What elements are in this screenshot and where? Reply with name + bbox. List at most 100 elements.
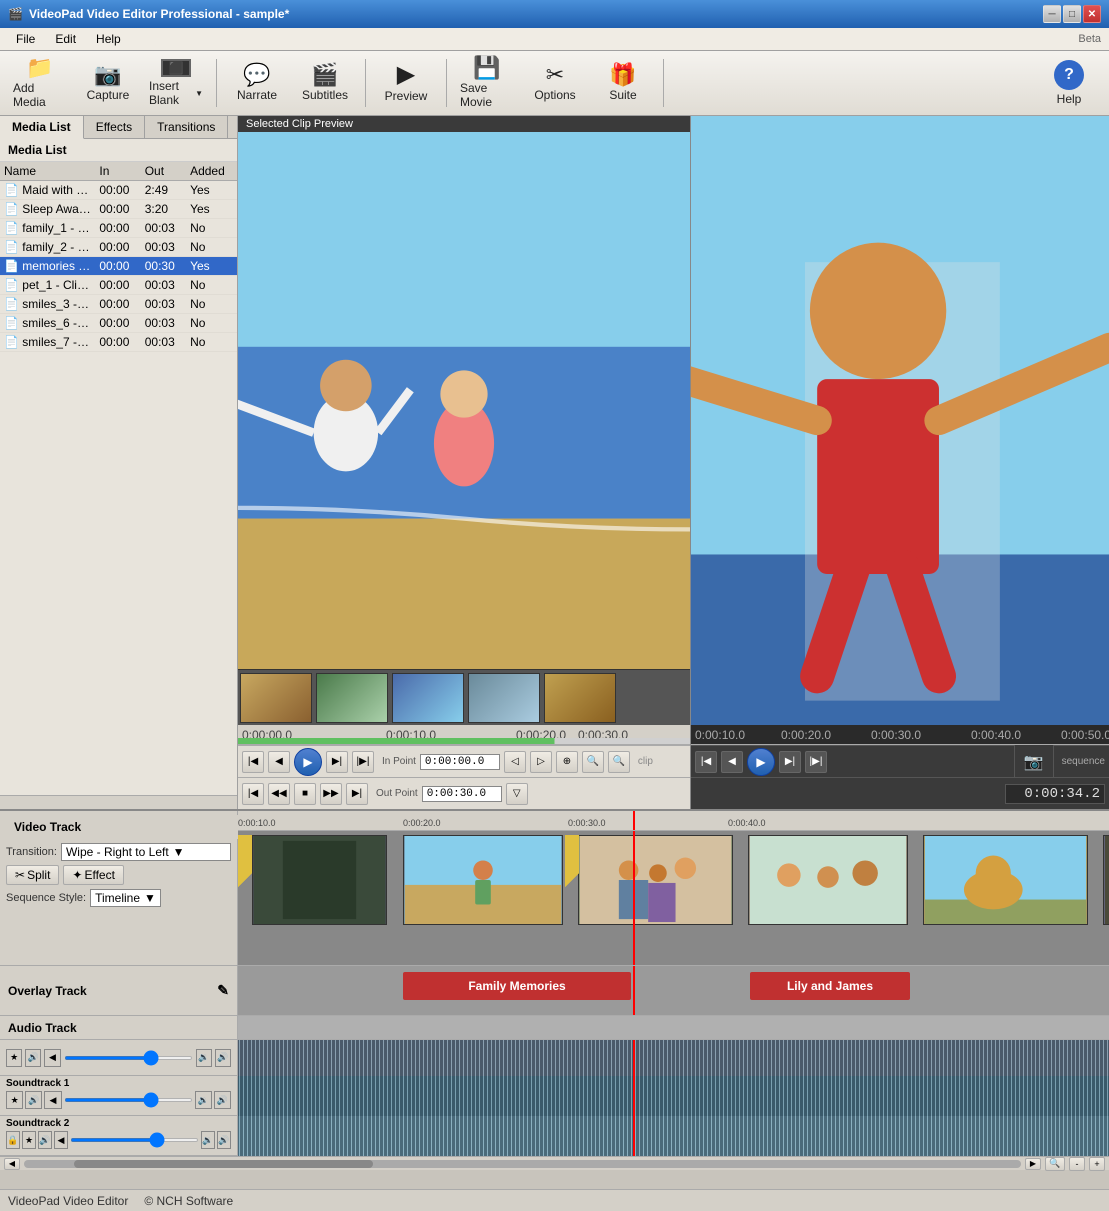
overlay-lily-james[interactable]: Lily and James	[750, 972, 910, 1000]
audio-vol-max[interactable]: 🔊	[215, 1049, 231, 1067]
overlay-family-memories[interactable]: Family Memories	[403, 972, 631, 1000]
seq-skip-end[interactable]: |▶|	[805, 751, 827, 773]
clip-1[interactable]	[252, 835, 387, 925]
clip-skip-start[interactable]: |◀	[242, 751, 264, 773]
overlay-edit-icon[interactable]: ✎	[217, 982, 229, 999]
video-clips-area[interactable]	[238, 831, 1109, 965]
table-row[interactable]: 📄 pet_1 - Clip 1 00:00 00:03 No	[0, 276, 237, 295]
tab-media-list[interactable]: Media List	[0, 116, 84, 139]
subtitles-button[interactable]: 🎬 Subtitles	[293, 55, 357, 111]
s1-star-btn[interactable]: ★	[6, 1091, 23, 1109]
col-added[interactable]: Added	[186, 162, 237, 181]
seq-next-frame[interactable]: ▶|	[779, 751, 801, 773]
menu-file[interactable]: File	[8, 30, 43, 48]
set-in-point[interactable]: ◁	[504, 751, 526, 773]
s2-mute-btn[interactable]: 🔊	[38, 1131, 52, 1149]
clip-ff[interactable]: ▶▶	[320, 783, 342, 805]
mark-out[interactable]: ▽	[506, 783, 528, 805]
clip-next-frame[interactable]: ▶|	[326, 751, 348, 773]
split-button[interactable]: ✂ Split	[6, 865, 59, 885]
capture-button[interactable]: 📷 Capture	[76, 55, 140, 111]
s1-volume-slider[interactable]	[64, 1098, 193, 1102]
clip-ff-end[interactable]: ▶|	[346, 783, 368, 805]
tab-effects[interactable]: Effects	[84, 116, 145, 138]
audio-star-btn[interactable]: ★	[6, 1049, 22, 1067]
clip-rew-start[interactable]: |◀	[242, 783, 264, 805]
s2-star-btn[interactable]: ★	[22, 1131, 36, 1149]
in-point-value[interactable]: 0:00:00.0	[420, 754, 500, 770]
media-scrollbar[interactable]	[0, 795, 237, 809]
scroll-left[interactable]: ◀	[4, 1158, 20, 1170]
clip-progress-bar[interactable]	[238, 738, 690, 744]
scroll-track[interactable]	[24, 1160, 1021, 1168]
s2-vol-max[interactable]: 🔊	[217, 1131, 231, 1149]
table-row[interactable]: 📄 smiles_3 - Cli... 00:00 00:03 No	[0, 295, 237, 314]
insert-blank-button[interactable]: ⬛ Insert Blank ▼	[144, 55, 208, 111]
minimize-button[interactable]: ─	[1043, 5, 1061, 23]
table-row[interactable]: 📄 memories - Cl... 00:00 00:30 Yes	[0, 257, 237, 276]
table-row[interactable]: 📄 smiles_6 - Cli... 00:00 00:03 No	[0, 314, 237, 333]
table-row[interactable]: 📄 family_2 - Cli... 00:00 00:03 No	[0, 238, 237, 257]
timeline-scrollbar[interactable]: ◀ ▶ 🔍 - +	[0, 1156, 1109, 1170]
zoom-minus[interactable]: -	[1069, 1157, 1085, 1171]
save-movie-button[interactable]: 💾 Save Movie	[455, 55, 519, 111]
col-name[interactable]: Name	[0, 162, 95, 181]
audio-arrow-btn[interactable]: ◀	[44, 1049, 60, 1067]
close-button[interactable]: ✕	[1083, 5, 1101, 23]
clip-play[interactable]: ▶	[294, 748, 322, 776]
s2-arrow-btn[interactable]: ◀	[54, 1131, 68, 1149]
clip-4[interactable]	[748, 835, 908, 925]
audio-volume-slider[interactable]	[64, 1056, 193, 1060]
zoom-fit[interactable]: 🔍	[1045, 1157, 1065, 1171]
clip-5[interactable]	[923, 835, 1088, 925]
audio-mute-btn[interactable]: 🔊	[25, 1049, 41, 1067]
clip-skip-end[interactable]: |▶|	[352, 751, 374, 773]
add-media-button[interactable]: 📁 Add Media	[8, 55, 72, 111]
snapshot-btn[interactable]: 📷	[1014, 742, 1054, 782]
clip-3[interactable]	[578, 835, 733, 925]
tab-transitions[interactable]: Transitions	[145, 116, 228, 138]
clip-2[interactable]	[403, 835, 563, 925]
scroll-right[interactable]: ▶	[1025, 1158, 1041, 1170]
s2-lock-btn[interactable]: 🔒	[6, 1131, 20, 1149]
s1-arrow-btn[interactable]: ◀	[44, 1091, 61, 1109]
clip-prev-frame[interactable]: ◀	[268, 751, 290, 773]
help-button[interactable]: ? Help	[1037, 55, 1101, 111]
s1-vol-min[interactable]: 🔉	[195, 1091, 212, 1109]
menu-edit[interactable]: Edit	[47, 30, 84, 48]
scroll-thumb[interactable]	[74, 1160, 373, 1168]
s1-mute-btn[interactable]: 🔊	[25, 1091, 42, 1109]
maximize-button[interactable]: □	[1063, 5, 1081, 23]
narrate-button[interactable]: 💬 Narrate	[225, 55, 289, 111]
s1-vol-max[interactable]: 🔊	[214, 1091, 231, 1109]
table-row[interactable]: 📄 family_1 - Cli... 00:00 00:03 No	[0, 219, 237, 238]
col-in[interactable]: In	[95, 162, 140, 181]
snapshot[interactable]: ⊕	[556, 751, 578, 773]
s2-vol-min[interactable]: 🔉	[201, 1131, 215, 1149]
clip-6[interactable]	[1103, 835, 1109, 925]
transition-dropdown[interactable]: Wipe - Right to Left ▼	[61, 843, 231, 861]
sequence-style-dropdown[interactable]: Timeline ▼	[90, 889, 161, 907]
zoom-in[interactable]: 🔍	[582, 751, 604, 773]
zoom-out[interactable]: 🔍	[608, 751, 630, 773]
seq-play[interactable]: ▶	[747, 748, 775, 776]
seq-prev-frame[interactable]: ◀	[721, 751, 743, 773]
mark-in[interactable]: ▷	[530, 751, 552, 773]
audio-vol-icon[interactable]: 🔉	[196, 1049, 212, 1067]
preview-button[interactable]: ▶ Preview	[374, 55, 438, 111]
options-button[interactable]: ✂ Options	[523, 55, 587, 111]
table-row[interactable]: 📄 Sleep Away -... 00:00 3:20 Yes	[0, 200, 237, 219]
table-row[interactable]: 📄 Maid with the... 00:00 2:49 Yes	[0, 181, 237, 200]
effect-button[interactable]: ✦ Effect	[63, 865, 124, 885]
clip-stop[interactable]: ■	[294, 783, 316, 805]
clip-rew[interactable]: ◀◀	[268, 783, 290, 805]
video-track-content: 0:00:10.0 0:00:20.0 0:00:30.0 0:00:40.0	[238, 811, 1109, 965]
suite-button[interactable]: 🎁 Suite	[591, 55, 655, 111]
col-out[interactable]: Out	[141, 162, 186, 181]
zoom-plus[interactable]: +	[1089, 1157, 1105, 1171]
table-row[interactable]: 📄 smiles_7 - Cli... 00:00 00:03 No	[0, 333, 237, 352]
out-point-value[interactable]: 0:00:30.0	[422, 786, 502, 802]
s2-volume-slider[interactable]	[70, 1138, 199, 1142]
menu-help[interactable]: Help	[88, 30, 129, 48]
seq-skip-start[interactable]: |◀	[695, 751, 717, 773]
